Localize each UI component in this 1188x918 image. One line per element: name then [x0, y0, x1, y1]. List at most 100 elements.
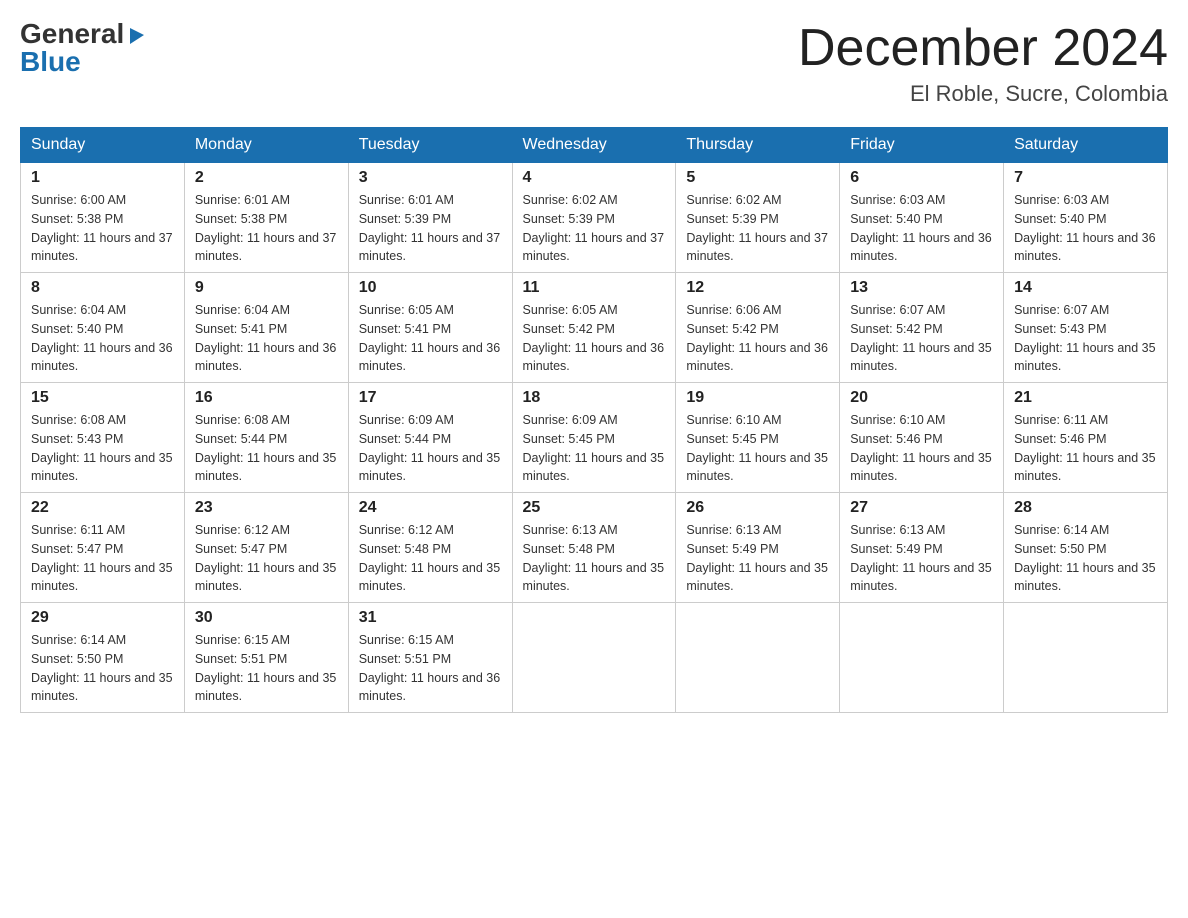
day-number: 19 [686, 389, 829, 407]
calendar-cell: 16 Sunrise: 6:08 AMSunset: 5:44 PMDayligh… [184, 383, 348, 493]
calendar-table: SundayMondayTuesdayWednesdayThursdayFrid… [20, 127, 1168, 713]
header-wednesday: Wednesday [512, 128, 676, 163]
calendar-cell: 11 Sunrise: 6:05 AMSunset: 5:42 PMDayligh… [512, 273, 676, 383]
calendar-cell: 24Sunrise: 6:12 AMSunset: 5:48 PMDayligh… [348, 493, 512, 603]
calendar-cell [512, 603, 676, 713]
day-number: 10 [359, 279, 502, 297]
day-info: Sunrise: 6:01 AMSunset: 5:38 PMDaylight:… [195, 191, 338, 266]
day-number: 16 [195, 389, 338, 407]
day-info: Sunrise: 6:11 AMSunset: 5:47 PMDaylight:… [31, 521, 174, 596]
day-info: Sunrise: 6:14 AMSunset: 5:50 PMDaylight:… [1014, 521, 1157, 596]
calendar-cell [1004, 603, 1168, 713]
day-info: Sunrise: 6:11 AMSunset: 5:46 PMDaylight:… [1014, 411, 1157, 486]
calendar-cell: 27 Sunrise: 6:13 AMSunset: 5:49 PMDayligh… [840, 493, 1004, 603]
calendar-cell: 9 Sunrise: 6:04 AMSunset: 5:41 PMDaylight… [184, 273, 348, 383]
calendar-cell: 14Sunrise: 6:07 AMSunset: 5:43 PMDayligh… [1004, 273, 1168, 383]
calendar-cell: 10 Sunrise: 6:05 AMSunset: 5:41 PMDayligh… [348, 273, 512, 383]
calendar-cell: 29 Sunrise: 6:14 AMSunset: 5:50 PMDayligh… [21, 603, 185, 713]
day-number: 18 [523, 389, 666, 407]
calendar-cell [840, 603, 1004, 713]
day-info: Sunrise: 6:08 AMSunset: 5:44 PMDaylight:… [195, 411, 338, 486]
day-number: 15 [31, 389, 174, 407]
day-number: 9 [195, 279, 338, 297]
calendar-cell: 19 Sunrise: 6:10 AMSunset: 5:45 PMDayligh… [676, 383, 840, 493]
day-number: 5 [686, 169, 829, 187]
day-info: Sunrise: 6:07 AMSunset: 5:42 PMDaylight:… [850, 301, 993, 376]
logo: General Blue [20, 20, 148, 76]
day-info: Sunrise: 6:14 AMSunset: 5:50 PMDaylight:… [31, 631, 174, 706]
page-header: General Blue December 2024 El Roble, Suc… [20, 20, 1168, 107]
day-info: Sunrise: 6:08 AMSunset: 5:43 PMDaylight:… [31, 411, 174, 486]
calendar-cell: 4Sunrise: 6:02 AMSunset: 5:39 PMDaylight… [512, 163, 676, 273]
day-info: Sunrise: 6:09 AMSunset: 5:45 PMDaylight:… [523, 411, 666, 486]
day-number: 3 [359, 169, 502, 187]
day-number: 21 [1014, 389, 1157, 407]
day-number: 12 [686, 279, 829, 297]
day-number: 27 [850, 499, 993, 517]
calendar-cell: 25Sunrise: 6:13 AMSunset: 5:48 PMDayligh… [512, 493, 676, 603]
day-info: Sunrise: 6:10 AMSunset: 5:46 PMDaylight:… [850, 411, 993, 486]
day-number: 7 [1014, 169, 1157, 187]
day-info: Sunrise: 6:02 AMSunset: 5:39 PMDaylight:… [686, 191, 829, 266]
calendar-cell: 31 Sunrise: 6:15 AMSunset: 5:51 PMDayligh… [348, 603, 512, 713]
day-info: Sunrise: 6:10 AMSunset: 5:45 PMDaylight:… [686, 411, 829, 486]
calendar-cell: 30Sunrise: 6:15 AMSunset: 5:51 PMDayligh… [184, 603, 348, 713]
day-number: 11 [523, 279, 666, 297]
calendar-cell: 6 Sunrise: 6:03 AMSunset: 5:40 PMDaylight… [840, 163, 1004, 273]
day-info: Sunrise: 6:00 AMSunset: 5:38 PMDaylight:… [31, 191, 174, 266]
calendar-cell: 3 Sunrise: 6:01 AMSunset: 5:39 PMDaylight… [348, 163, 512, 273]
day-info: Sunrise: 6:04 AMSunset: 5:40 PMDaylight:… [31, 301, 174, 376]
calendar-cell: 18 Sunrise: 6:09 AMSunset: 5:45 PMDayligh… [512, 383, 676, 493]
day-info: Sunrise: 6:05 AMSunset: 5:42 PMDaylight:… [523, 301, 666, 376]
header-monday: Monday [184, 128, 348, 163]
day-info: Sunrise: 6:12 AMSunset: 5:48 PMDaylight:… [359, 521, 502, 596]
day-number: 14 [1014, 279, 1157, 297]
day-number: 6 [850, 169, 993, 187]
day-number: 28 [1014, 499, 1157, 517]
day-number: 8 [31, 279, 174, 297]
calendar-cell: 13 Sunrise: 6:07 AMSunset: 5:42 PMDayligh… [840, 273, 1004, 383]
calendar-cell: 28 Sunrise: 6:14 AMSunset: 5:50 PMDayligh… [1004, 493, 1168, 603]
location-title: El Roble, Sucre, Colombia [798, 81, 1168, 107]
day-info: Sunrise: 6:04 AMSunset: 5:41 PMDaylight:… [195, 301, 338, 376]
calendar-cell: 1 Sunrise: 6:00 AMSunset: 5:38 PMDaylight… [21, 163, 185, 273]
calendar-cell: 15 Sunrise: 6:08 AMSunset: 5:43 PMDayligh… [21, 383, 185, 493]
day-info: Sunrise: 6:15 AMSunset: 5:51 PMDaylight:… [359, 631, 502, 706]
day-info: Sunrise: 6:12 AMSunset: 5:47 PMDaylight:… [195, 521, 338, 596]
month-title: December 2024 [798, 20, 1168, 77]
title-area: December 2024 El Roble, Sucre, Colombia [798, 20, 1168, 107]
calendar-cell: 12 Sunrise: 6:06 AMSunset: 5:42 PMDayligh… [676, 273, 840, 383]
calendar-cell: 2 Sunrise: 6:01 AMSunset: 5:38 PMDaylight… [184, 163, 348, 273]
day-number: 29 [31, 609, 174, 627]
calendar-cell: 5 Sunrise: 6:02 AMSunset: 5:39 PMDaylight… [676, 163, 840, 273]
day-info: Sunrise: 6:15 AMSunset: 5:51 PMDaylight:… [195, 631, 338, 706]
week-row-4: 22Sunrise: 6:11 AMSunset: 5:47 PMDayligh… [21, 493, 1168, 603]
day-info: Sunrise: 6:05 AMSunset: 5:41 PMDaylight:… [359, 301, 502, 376]
calendar-cell: 22Sunrise: 6:11 AMSunset: 5:47 PMDayligh… [21, 493, 185, 603]
day-number: 17 [359, 389, 502, 407]
day-info: Sunrise: 6:13 AMSunset: 5:49 PMDaylight:… [850, 521, 993, 596]
logo-arrow-icon [126, 24, 148, 46]
day-info: Sunrise: 6:03 AMSunset: 5:40 PMDaylight:… [850, 191, 993, 266]
calendar-cell: 7 Sunrise: 6:03 AMSunset: 5:40 PMDaylight… [1004, 163, 1168, 273]
day-number: 25 [523, 499, 666, 517]
header-row: SundayMondayTuesdayWednesdayThursdayFrid… [21, 128, 1168, 163]
logo-general-text: General [20, 20, 124, 48]
calendar-cell: 23Sunrise: 6:12 AMSunset: 5:47 PMDayligh… [184, 493, 348, 603]
day-number: 13 [850, 279, 993, 297]
day-info: Sunrise: 6:03 AMSunset: 5:40 PMDaylight:… [1014, 191, 1157, 266]
logo-general-row: General [20, 20, 148, 48]
day-info: Sunrise: 6:01 AMSunset: 5:39 PMDaylight:… [359, 191, 502, 266]
calendar-cell: 20Sunrise: 6:10 AMSunset: 5:46 PMDayligh… [840, 383, 1004, 493]
day-number: 2 [195, 169, 338, 187]
week-row-3: 15 Sunrise: 6:08 AMSunset: 5:43 PMDayligh… [21, 383, 1168, 493]
day-number: 1 [31, 169, 174, 187]
calendar-cell: 26Sunrise: 6:13 AMSunset: 5:49 PMDayligh… [676, 493, 840, 603]
header-friday: Friday [840, 128, 1004, 163]
logo-blue-text: Blue [20, 48, 81, 76]
day-number: 31 [359, 609, 502, 627]
calendar-cell [676, 603, 840, 713]
day-info: Sunrise: 6:02 AMSunset: 5:39 PMDaylight:… [523, 191, 666, 266]
header-saturday: Saturday [1004, 128, 1168, 163]
day-info: Sunrise: 6:06 AMSunset: 5:42 PMDaylight:… [686, 301, 829, 376]
